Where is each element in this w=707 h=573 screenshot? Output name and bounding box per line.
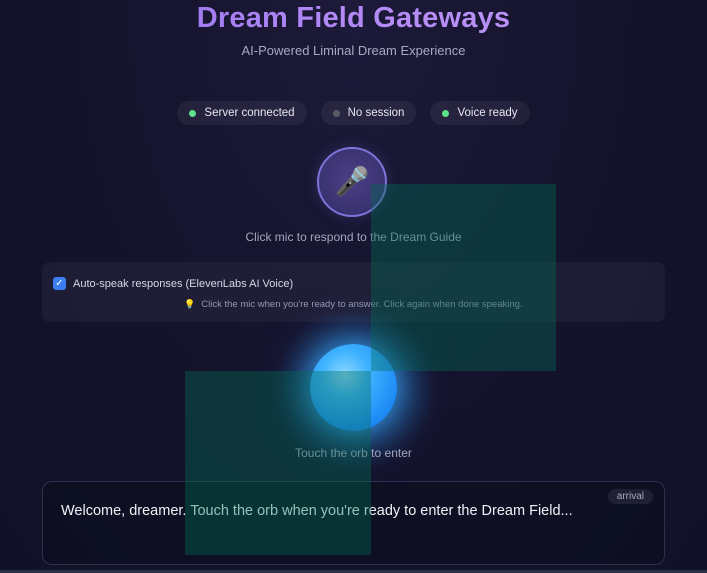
lightbulb-icon: 💡: [184, 299, 196, 309]
checkmark-icon: ✓: [55, 277, 64, 289]
status-dot-icon: [332, 109, 340, 117]
auto-speak-option[interactable]: ✓ Auto-speak responses (ElevenLabs AI Vo…: [53, 277, 293, 290]
status-dot-icon: [442, 109, 450, 117]
page-subtitle: AI-Powered Liminal Dream Experience: [241, 43, 466, 58]
guide-message-text: Welcome, dreamer. Touch the orb when you…: [61, 503, 573, 519]
status-pill-server: Server connected: [177, 101, 307, 125]
page-title: Dream Field Gateways: [0, 2, 707, 35]
status-dot-icon: [189, 109, 197, 117]
microphone-icon: 🎤: [334, 166, 370, 197]
auto-speak-label: Auto-speak responses (ElevenLabs AI Voic…: [73, 277, 294, 290]
mic-button[interactable]: 🎤: [317, 147, 387, 217]
guide-message-box: arrival Welcome, dreamer. Touch the orb …: [42, 481, 665, 565]
status-pill-voice: Voice ready: [430, 101, 530, 125]
auto-speak-checkbox[interactable]: ✓: [53, 277, 66, 290]
status-label: No session: [347, 107, 405, 119]
orb-hint: Touch the orb to enter: [295, 446, 412, 460]
mic-hint: Click mic to respond to the Dream Guide: [245, 230, 462, 244]
status-pill-session: No session: [320, 101, 417, 125]
app-root: Dream Field Gateways AI-Powered Liminal …: [0, 0, 707, 573]
dream-orb[interactable]: [310, 344, 397, 431]
status-label: Server connected: [204, 107, 295, 119]
status-bar: Server connected No session Voice ready: [0, 101, 707, 125]
status-label: Voice ready: [457, 107, 518, 119]
phase-badge: arrival: [607, 489, 653, 504]
